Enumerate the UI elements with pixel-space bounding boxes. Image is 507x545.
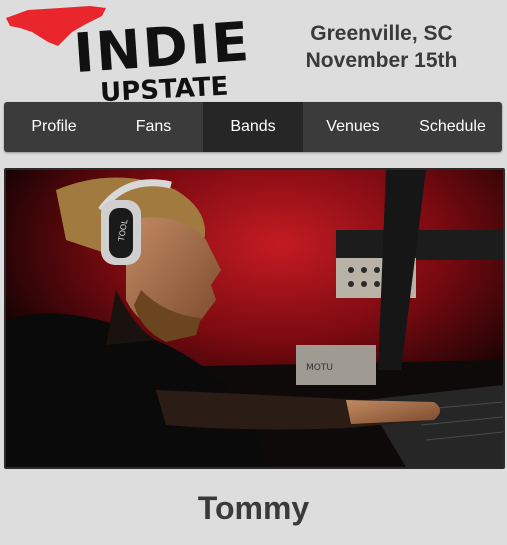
main-nav: Profile Fans Bands Venues Schedule [4,102,502,152]
event-date: November 15th [305,49,458,72]
nav-item-fans[interactable]: Fans [104,102,203,152]
event-info: Greenville, SC November 15th [290,20,473,74]
nav-item-profile[interactable]: Profile [4,102,104,152]
band-name: Tommy [197,490,310,526]
band-photo: MOTU TOOL [4,168,505,469]
band-photo-image: MOTU TOOL [6,170,503,467]
nav-item-venues[interactable]: Venues [303,102,403,152]
nav-item-bands[interactable]: Bands [203,102,303,152]
site-header: INDIE UPSTATE Greenville, SC November 15… [0,0,507,102]
nav-item-schedule[interactable]: Schedule [403,102,502,152]
event-city: Greenville, SC [310,22,453,45]
indie-upstate-logo[interactable]: INDIE UPSTATE [2,2,264,102]
equipment-label-2: MOTU [306,363,333,373]
